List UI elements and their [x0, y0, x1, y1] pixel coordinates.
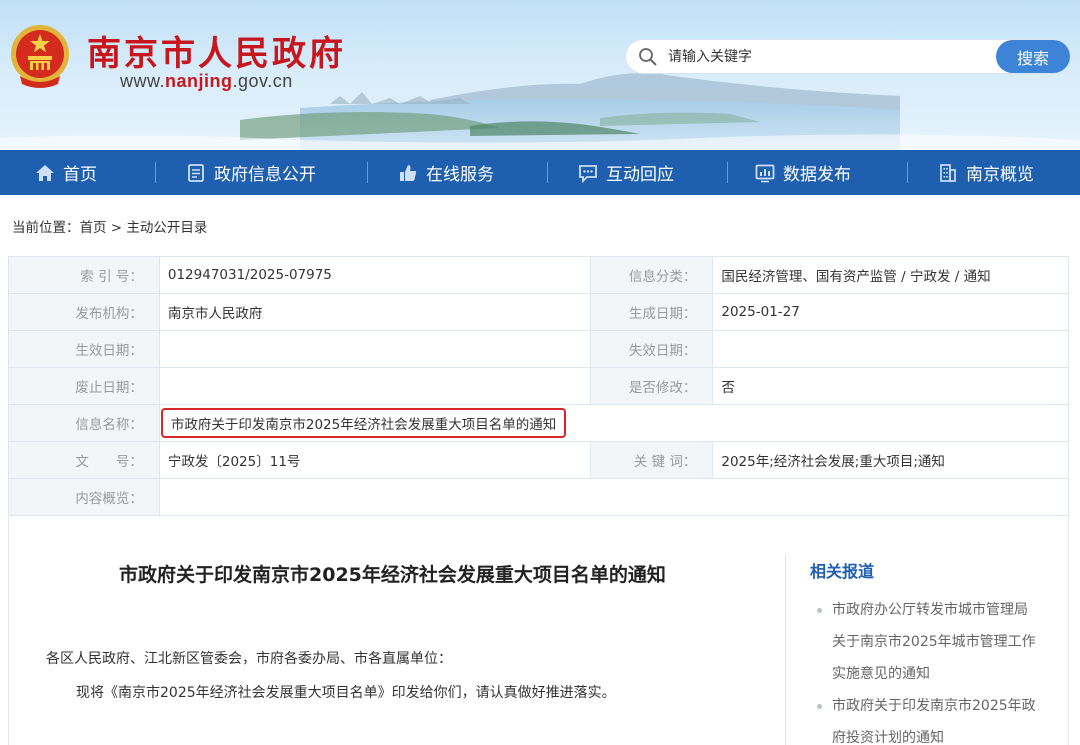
breadcrumb-separator: >: [106, 220, 127, 236]
building-icon: [940, 163, 956, 182]
info-name-cell: 市政府关于印发南京市2025年经济社会发展重大项目名单的通知: [158, 404, 1070, 442]
site-url-domain: nanjing: [165, 71, 233, 91]
nav-item-home[interactable]: 首页: [35, 150, 97, 195]
created-date-label: 生成日期：: [590, 293, 714, 331]
chart-icon: [755, 164, 775, 182]
category-value: 国民经济管理、国有资产监管 / 宁政发 / 通知: [712, 256, 1069, 294]
site-url-prefix: www.: [120, 71, 166, 91]
search-icon: [639, 48, 657, 66]
nav-label: 互动回应: [606, 165, 674, 185]
national-emblem-icon: [11, 25, 69, 88]
summary-label: 内容概览：: [8, 478, 160, 516]
nav-item-data-release[interactable]: 数据发布: [755, 150, 851, 195]
publisher-value: 南京市人民政府: [158, 293, 592, 331]
info-name-value-highlighted: 市政府关于印发南京市2025年经济社会发展重大项目名单的通知: [160, 408, 567, 438]
nav-divider: [547, 162, 548, 183]
search-box: 搜索: [626, 40, 1070, 73]
related-report-link[interactable]: 市政府关于印发南京市2025年政 府投资计划的通知: [814, 690, 1054, 745]
nav-item-nanjing-overview[interactable]: 南京概览: [938, 150, 1034, 195]
publisher-label: 发布机构：: [8, 293, 160, 331]
category-label: 信息分类：: [590, 256, 714, 294]
nav-item-interaction[interactable]: 互动回应: [578, 150, 674, 195]
nav-divider: [907, 162, 908, 183]
nav-divider: [367, 162, 368, 183]
related-report-line: 关于南京市2025年城市管理工作: [832, 634, 1036, 650]
expiry-date-value: [712, 330, 1069, 368]
nav-label: 首页: [63, 165, 97, 185]
nav-divider: [155, 162, 156, 183]
nav-divider: [727, 162, 728, 183]
table-row: 索 引 号： 012947031/2025-07975 信息分类： 国民经济管理…: [8, 256, 1069, 294]
summary-value: [158, 478, 1070, 516]
search-input[interactable]: [668, 44, 988, 69]
nav-item-online-services[interactable]: 在线服务: [398, 150, 494, 195]
nav-label: 南京概览: [966, 165, 1034, 185]
breadcrumb-current-link[interactable]: 主动公开目录: [126, 220, 207, 236]
table-row: 发布机构： 南京市人民政府 生成日期： 2025-01-27: [8, 293, 1069, 331]
abolish-date-value: [158, 367, 592, 405]
effective-date-label: 生效日期：: [8, 330, 160, 368]
info-name-label: 信息名称：: [8, 404, 160, 442]
site-url-suffix: .gov.cn: [232, 71, 293, 91]
nav-label: 数据发布: [783, 165, 851, 185]
article-title: 市政府关于印发南京市2025年经济社会发展重大项目名单的通知: [119, 564, 666, 586]
related-report-line: 市政府关于印发南京市2025年政: [832, 698, 1036, 714]
index-number-value: 012947031/2025-07975: [158, 256, 592, 294]
keywords-value: 2025年;经济社会发展;重大项目;通知: [712, 441, 1069, 479]
document-icon: [188, 163, 204, 182]
abolish-date-label: 废止日期：: [8, 367, 160, 405]
site-url[interactable]: www.nanjing.gov.cn: [120, 71, 293, 92]
document-number-label: 文 号：: [8, 441, 160, 479]
site-title[interactable]: 南京市人民政府: [87, 26, 346, 75]
nav-label: 在线服务: [426, 165, 494, 185]
table-row: 废止日期： 是否修改： 否: [8, 367, 1069, 405]
document-number-value: 宁政发〔2025〕11号: [158, 441, 592, 479]
expiry-date-label: 失效日期：: [590, 330, 714, 368]
related-report-line: 市政府办公厅转发市城市管理局: [832, 602, 1028, 618]
header-banner: 南京市人民政府 www.nanjing.gov.cn 搜索: [0, 0, 1080, 150]
home-icon: [36, 164, 54, 181]
index-number-label: 索 引 号：: [8, 256, 160, 294]
main-nav: 首页 政府信息公开 在线服务 互动回应 数据发布 南京概览: [0, 150, 1080, 195]
related-reports-list: 市政府办公厅转发市城市管理局 关于南京市2025年城市管理工作 实施意见的通知 …: [814, 594, 1054, 745]
created-date-value: 2025-01-27: [712, 293, 1069, 331]
nav-label: 政府信息公开: [214, 165, 316, 185]
breadcrumb-home-link[interactable]: 首页: [80, 220, 107, 236]
article-salutation: 各区人民政府、江北新区管委会，市府各委办局、市各直属单位：: [46, 651, 452, 667]
document-info-table: 索 引 号： 012947031/2025-07975 信息分类： 国民经济管理…: [8, 256, 1070, 516]
table-row: 内容概览：: [8, 478, 1070, 516]
related-report-link[interactable]: 市政府办公厅转发市城市管理局 关于南京市2025年城市管理工作 实施意见的通知: [814, 594, 1054, 690]
modified-label: 是否修改：: [590, 367, 714, 405]
nav-item-gov-info[interactable]: 政府信息公开: [186, 150, 316, 195]
article-body-paragraph: 现将《南京市2025年经济社会发展重大项目名单》印发给你们，请认真做好推进落实。: [76, 685, 616, 701]
table-row: 文 号： 宁政发〔2025〕11号 关 键 词： 2025年;经济社会发展;重大…: [8, 441, 1069, 479]
effective-date-value: [158, 330, 592, 368]
related-reports-title: 相关报道: [810, 562, 875, 581]
related-report-line: 实施意见的通知: [832, 666, 930, 682]
related-report-line: 府投资计划的通知: [832, 730, 944, 745]
table-row: 生效日期： 失效日期：: [8, 330, 1069, 368]
search-button[interactable]: 搜索: [996, 40, 1070, 73]
chat-icon: [579, 164, 597, 183]
article-section: 市政府关于印发南京市2025年经济社会发展重大项目名单的通知 各区人民政府、江北…: [8, 514, 1069, 745]
breadcrumb: 当前位置：首页 > 主动公开目录: [12, 216, 207, 236]
breadcrumb-prefix: 当前位置：: [12, 220, 80, 236]
table-row: 信息名称： 市政府关于印发南京市2025年经济社会发展重大项目名单的通知: [8, 404, 1070, 442]
modified-value: 否: [712, 367, 1069, 405]
thumbs-up-icon: [400, 164, 417, 181]
sidebar-divider: [785, 554, 786, 745]
keywords-label: 关 键 词：: [590, 441, 714, 479]
